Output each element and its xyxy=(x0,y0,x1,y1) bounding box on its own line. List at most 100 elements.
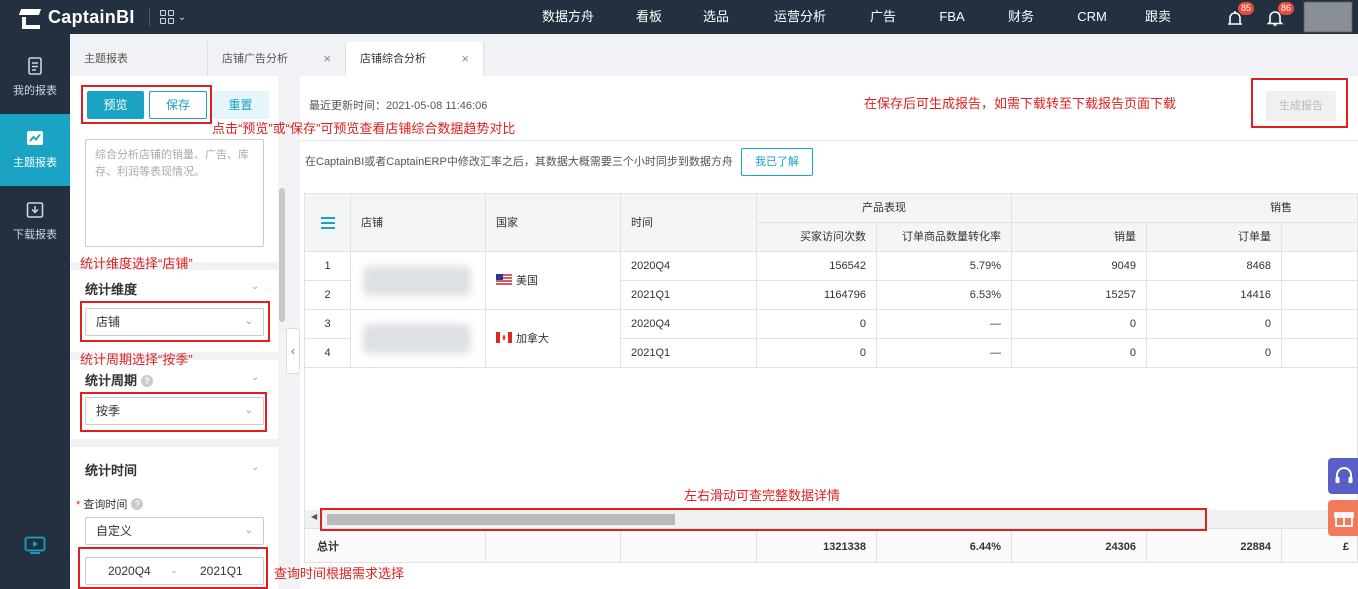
tab-shop-ad-analysis[interactable]: 店铺广告分析 × xyxy=(208,42,346,76)
row-orders: 0 xyxy=(1147,310,1282,339)
section-divider xyxy=(70,439,286,447)
annotation-report-hint: 在保存后可生成报告，如需下载转至下载报告页面下载 xyxy=(864,96,1177,111)
totals-label: 总计 xyxy=(305,529,486,562)
row-visits: 0 xyxy=(757,339,877,368)
top-navbar: CaptainBI ⌄ 数据方舟 看板 选品 运营分析 广告 FBA 财务 CR… xyxy=(0,0,1358,34)
header-sales-qty[interactable]: 销量 xyxy=(1012,223,1147,252)
reset-button[interactable]: 重置 xyxy=(212,91,269,119)
period-title-text: 统计周期 xyxy=(85,373,138,388)
nav-item-data-ark[interactable]: 数据方舟 xyxy=(520,0,616,34)
report-icon xyxy=(28,57,42,75)
header-divider xyxy=(300,140,1358,141)
exchange-rate-notice: 在CaptainBI或者CaptainERP中修改汇率之后，其数据大概需要三个小… xyxy=(305,156,733,168)
chart-icon xyxy=(27,131,43,145)
sidebar-item-download-reports[interactable]: 下载报表 xyxy=(0,186,70,258)
customer-service-button[interactable] xyxy=(1328,458,1358,494)
sidebar-item-topic-reports[interactable]: 主题报表 xyxy=(0,114,70,186)
close-icon[interactable]: × xyxy=(461,42,469,76)
ca-flag-icon xyxy=(496,332,512,343)
row-time: 2021Q1 xyxy=(621,281,757,310)
header-visits[interactable]: 买家访问次数 xyxy=(757,223,877,252)
gift-button[interactable] xyxy=(1328,500,1358,536)
tab-bar: 主题报表 店铺广告分析 × 店铺综合分析 × xyxy=(70,42,1358,76)
us-flag-icon xyxy=(496,274,512,285)
notification-badge: 86 xyxy=(1278,2,1295,15)
header-orders[interactable]: 订单量 xyxy=(1147,223,1282,252)
app-switcher[interactable]: ⌄ xyxy=(148,8,186,26)
header-time[interactable]: 时间 xyxy=(621,194,757,252)
dimension-title: 统计维度 xyxy=(85,282,138,297)
nav-item-dashboard[interactable]: 看板 xyxy=(616,0,682,34)
chevron-down-icon: ⌄ xyxy=(244,525,253,536)
menu-icon xyxy=(321,217,335,229)
tab-shop-overview-analysis[interactable]: 店铺综合分析 × xyxy=(346,42,484,76)
tv-icon[interactable] xyxy=(24,536,46,554)
alert-button[interactable]: 85 xyxy=(1224,2,1255,28)
required-mark: * xyxy=(76,499,81,511)
brand-logo[interactable]: CaptainBI xyxy=(18,6,135,29)
annotation-time-hint: 查询时间根据需求选择 xyxy=(274,566,405,581)
description-textarea[interactable]: 综合分析店铺的销量、广告、库存、利润等表现情况。 xyxy=(85,139,264,247)
column-settings-button[interactable] xyxy=(305,194,351,252)
time-mode-select[interactable]: 自定义 ⌄ xyxy=(85,517,264,545)
nav-item-crm[interactable]: CRM xyxy=(1054,0,1130,34)
redacted-shop-name xyxy=(363,266,471,296)
help-icon[interactable]: ? xyxy=(141,375,154,387)
close-icon[interactable]: × xyxy=(323,42,331,76)
chevron-down-icon[interactable]: ⌄ xyxy=(251,281,259,292)
notification-button[interactable]: 86 xyxy=(1264,2,1295,28)
header-conversion[interactable]: 订单商品数量转化率 xyxy=(877,223,1012,252)
row-visits: 1164796 xyxy=(757,281,877,310)
acknowledge-button[interactable]: 我已了解 xyxy=(741,148,813,176)
annotation-dimension-hint: 统计维度选择“店铺” xyxy=(80,256,193,271)
user-avatar[interactable] xyxy=(1304,2,1352,32)
header-country[interactable]: 国家 xyxy=(486,194,621,252)
main-nav: 数据方舟 看板 选品 运营分析 广告 FBA 财务 CRM 跟卖 xyxy=(520,0,1186,34)
nav-item-product-selection[interactable]: 选品 xyxy=(682,0,750,34)
tab-label: 店铺广告分析 xyxy=(222,53,288,65)
filter-scrollbar[interactable] xyxy=(278,76,286,589)
tab-label: 主题报表 xyxy=(84,53,128,65)
left-sidebar: 我的报表 主题报表 下载报表 xyxy=(0,34,70,589)
gift-icon xyxy=(1334,512,1354,527)
country-cell: 美国 xyxy=(486,252,621,310)
row-conversion: — xyxy=(877,310,1012,339)
row-index: 3 xyxy=(305,310,351,339)
nav-item-operations[interactable]: 运营分析 xyxy=(750,0,850,34)
nav-item-fba[interactable]: FBA xyxy=(916,0,988,34)
row-time: 2020Q4 xyxy=(621,310,757,339)
sidebar-item-my-reports[interactable]: 我的报表 xyxy=(0,42,70,114)
country-cell: 加拿大 xyxy=(486,310,621,368)
totals-sales-qty: 24306 xyxy=(1012,529,1147,562)
header-group-product: 产品表现 xyxy=(757,194,1012,223)
brand-name: CaptainBI xyxy=(48,6,135,27)
sidebar-item-label: 主题报表 xyxy=(13,157,57,169)
row-overflow xyxy=(1282,252,1357,281)
header-shop[interactable]: 店铺 xyxy=(351,194,486,252)
annotation-box-scroll xyxy=(320,508,1207,531)
header-group-sales-label: 销售 xyxy=(1270,202,1292,214)
chevron-down-icon[interactable]: ⌄ xyxy=(251,372,259,383)
annotation-box-time-range xyxy=(78,547,268,589)
chevron-down-icon[interactable]: ⌄ xyxy=(251,462,259,473)
chevron-left-icon: ‹ xyxy=(291,344,295,358)
totals-visits: 1321338 xyxy=(757,529,877,562)
nav-item-finance[interactable]: 财务 xyxy=(988,0,1054,34)
sidebar-item-label: 下载报表 xyxy=(13,229,57,241)
scrollbar-thumb[interactable] xyxy=(279,188,285,322)
period-title: 统计周期? xyxy=(85,370,154,389)
row-overflow xyxy=(1282,281,1357,310)
row-time: 2020Q4 xyxy=(621,252,757,281)
help-icon[interactable]: ? xyxy=(131,498,144,510)
nav-item-ads[interactable]: 广告 xyxy=(850,0,916,34)
totals-orders: 22884 xyxy=(1147,529,1282,562)
collapse-panel-button[interactable]: ‹ xyxy=(286,328,300,374)
time-title: 统计时间 xyxy=(85,463,138,478)
annotation-period-hint: 统计周期选择“按季” xyxy=(80,352,193,367)
tab-topic-reports[interactable]: 主题报表 xyxy=(70,42,208,76)
row-visits: 0 xyxy=(757,310,877,339)
last-updated: 最近更新时间：2021-05-08 11:46:06 xyxy=(309,100,488,112)
scroll-left-arrow-icon[interactable]: ◀ xyxy=(311,512,317,521)
nav-item-follow-sell[interactable]: 跟卖 xyxy=(1130,0,1186,34)
query-time-label: * 查询时间? xyxy=(76,496,144,512)
